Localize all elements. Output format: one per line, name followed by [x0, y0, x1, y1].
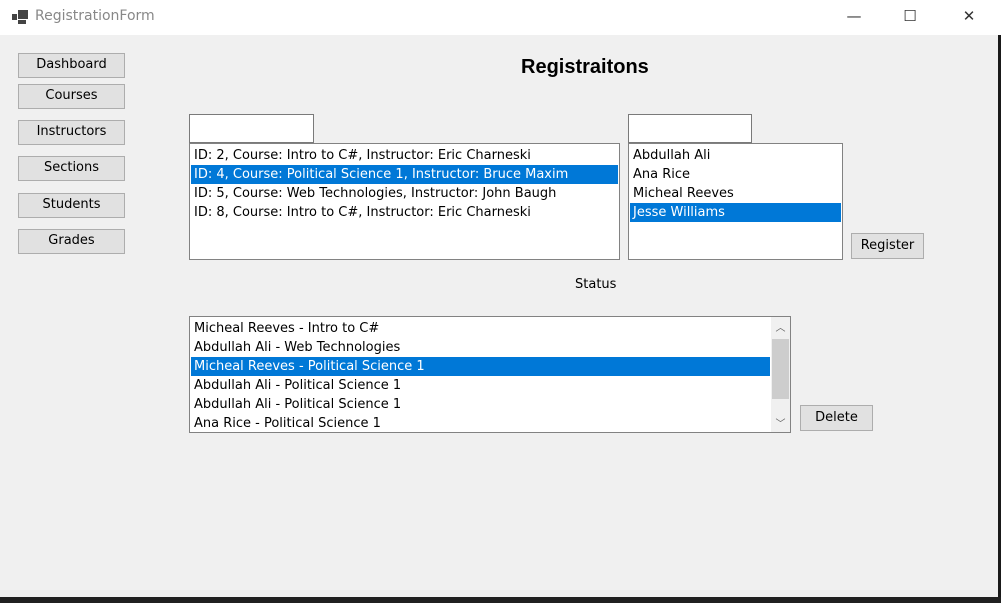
list-item-selected[interactable]: Jesse Williams — [630, 203, 841, 222]
background-strip — [0, 597, 1001, 603]
list-item[interactable]: ID: 2, Course: Intro to C#, Instructor: … — [191, 146, 618, 165]
register-button[interactable]: Register — [851, 233, 924, 259]
list-item[interactable]: ID: 8, Course: Intro to C#, Instructor: … — [191, 203, 618, 222]
list-item[interactable]: ID: 5, Course: Web Technologies, Instruc… — [191, 184, 618, 203]
list-item[interactable]: Micheal Reeves - Intro to C# — [191, 319, 770, 338]
list-item[interactable]: Abdullah Ali - Political Science 1 — [191, 395, 770, 414]
list-item[interactable]: Abdullah Ali - Web Technologies — [191, 338, 770, 357]
page-title: Registraitons — [521, 56, 649, 78]
list-item[interactable]: Abdullah Ali — [630, 146, 841, 165]
list-item[interactable]: Ana Rice - Political Science 1 — [191, 414, 770, 432]
nav-grades-button[interactable]: Grades — [18, 229, 125, 254]
nav-courses-button[interactable]: Courses — [18, 84, 125, 109]
vertical-scrollbar[interactable]: ︿ ﹀ — [771, 317, 790, 432]
delete-button[interactable]: Delete — [800, 405, 873, 431]
students-listbox[interactable]: Abdullah Ali Ana Rice Micheal Reeves Jes… — [628, 143, 843, 260]
nav-dashboard-button[interactable]: Dashboard — [18, 53, 125, 78]
maximize-button[interactable]: ☐ — [887, 0, 933, 35]
minimize-button[interactable]: — — [831, 0, 877, 35]
scrollbar-thumb[interactable] — [772, 339, 789, 399]
list-item[interactable]: Micheal Reeves — [630, 184, 841, 203]
nav-sections-button[interactable]: Sections — [18, 156, 125, 181]
nav-students-button[interactable]: Students — [18, 193, 125, 218]
students-filter-input[interactable] — [628, 114, 752, 143]
status-label: Status — [575, 277, 617, 292]
title-bar: RegistrationForm — ☐ ✕ — [0, 0, 1001, 35]
app-icon — [12, 10, 28, 24]
list-item[interactable]: Ana Rice — [630, 165, 841, 184]
registrations-listbox[interactable]: Micheal Reeves - Intro to C# Abdullah Al… — [189, 316, 791, 433]
close-button[interactable]: ✕ — [946, 0, 992, 35]
window-title: RegistrationForm — [35, 8, 155, 24]
sections-filter-input[interactable] — [189, 114, 314, 143]
scroll-down-icon[interactable]: ﹀ — [771, 415, 790, 430]
list-item-selected[interactable]: ID: 4, Course: Political Science 1, Inst… — [191, 165, 618, 184]
list-item[interactable]: Abdullah Ali - Political Science 1 — [191, 376, 770, 395]
list-item-selected[interactable]: Micheal Reeves - Political Science 1 — [191, 357, 770, 376]
scroll-up-icon[interactable]: ︿ — [771, 319, 790, 334]
sections-listbox[interactable]: ID: 2, Course: Intro to C#, Instructor: … — [189, 143, 620, 260]
nav-instructors-button[interactable]: Instructors — [18, 120, 125, 145]
